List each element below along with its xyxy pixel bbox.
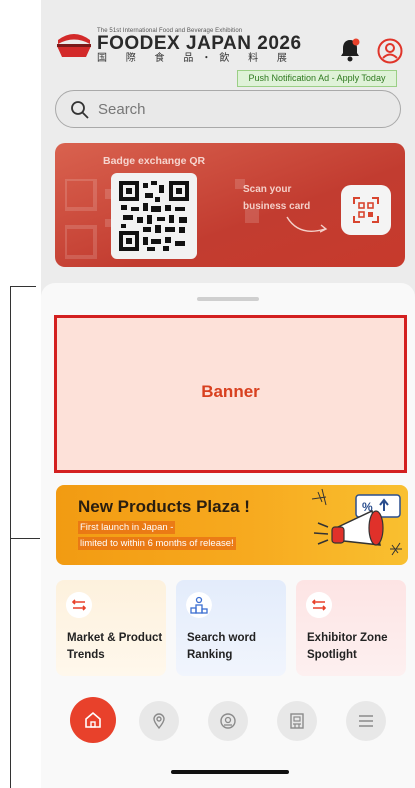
card-exhibitor-zone[interactable]: Exhibitor Zone Spotlight <box>296 580 406 676</box>
sheet-drag-handle[interactable] <box>197 297 259 301</box>
push-notification-ad[interactable]: Push Notification Ad - Apply Today <box>237 70 397 87</box>
callout-line-vertical <box>10 286 11 788</box>
card-search-ranking[interactable]: Search word Ranking <box>176 580 286 676</box>
card-label: Market & Product Trends <box>67 632 163 661</box>
phone-screen: The 51st International Food and Beverage… <box>41 0 415 788</box>
qr-code[interactable] <box>111 173 197 259</box>
search-input[interactable] <box>98 98 388 120</box>
app-header: The 51st International Food and Beverage… <box>41 0 415 88</box>
swap-arrows-icon <box>66 592 92 618</box>
menu-icon <box>359 715 373 727</box>
nav-menu-button[interactable] <box>346 701 386 741</box>
new-products-plaza-banner[interactable]: New Products Plaza ! First launch in Jap… <box>56 485 408 565</box>
qr-code-icon <box>119 181 189 251</box>
nav-home-button[interactable] <box>70 697 116 743</box>
chat-search-icon <box>220 713 236 729</box>
ranking-podium-icon <box>186 592 212 618</box>
bell-icon[interactable] <box>339 38 361 62</box>
search-bar[interactable] <box>55 90 401 128</box>
nav-map-button[interactable] <box>139 701 179 741</box>
banner-label: Banner <box>201 382 260 401</box>
map-pin-icon <box>153 713 165 730</box>
megaphone-icon: % <box>311 488 402 556</box>
plaza-title: New Products Plaza ! <box>78 497 250 516</box>
home-indicator[interactable] <box>171 770 289 774</box>
scan-business-card-button[interactable] <box>341 185 391 235</box>
banner-placeholder[interactable]: Banner <box>54 315 407 473</box>
callout-line-bottom <box>10 538 40 539</box>
bottom-navigation <box>41 693 415 753</box>
scan-business-card-text: Scan your business card <box>243 184 311 212</box>
profile-icon[interactable] <box>377 38 403 64</box>
nav-chat-button[interactable] <box>208 701 248 741</box>
badge-exchange-label: Badge exchange QR <box>103 155 206 167</box>
badge-exchange-card[interactable]: Badge exchange QR Scan your business car… <box>55 143 405 267</box>
callout-line-top <box>10 286 36 287</box>
exhibitor-booth-icon <box>290 713 304 729</box>
logo-kanji: 国 際 食 品・飲 料 展 <box>97 53 295 64</box>
bottom-sheet: Banner New Products Plaza ! First launch… <box>41 283 415 788</box>
logo-title: FOODEX JAPAN 2026 <box>97 33 302 54</box>
card-label: Exhibitor Zone Spotlight <box>307 632 388 661</box>
feature-cards: Market & Product Trends Search word Rank… <box>56 580 408 676</box>
swap-arrows-icon <box>306 592 332 618</box>
card-market-trends[interactable]: Market & Product Trends <box>56 580 166 676</box>
plaza-subtitle-line1: First launch in Japan - <box>78 521 176 534</box>
plaza-subtitle-line2: limited to within 6 months of release! <box>78 537 236 550</box>
search-icon <box>71 101 89 119</box>
logo-text: The 51st International Food and Beverage… <box>97 28 302 65</box>
card-label: Search word Ranking <box>187 632 257 661</box>
foodex-logo-icon <box>57 34 91 57</box>
qr-scan-icon <box>353 197 379 223</box>
curved-arrow-icon <box>286 216 328 233</box>
nav-exhibitor-button[interactable] <box>277 701 317 741</box>
home-icon <box>85 711 101 728</box>
